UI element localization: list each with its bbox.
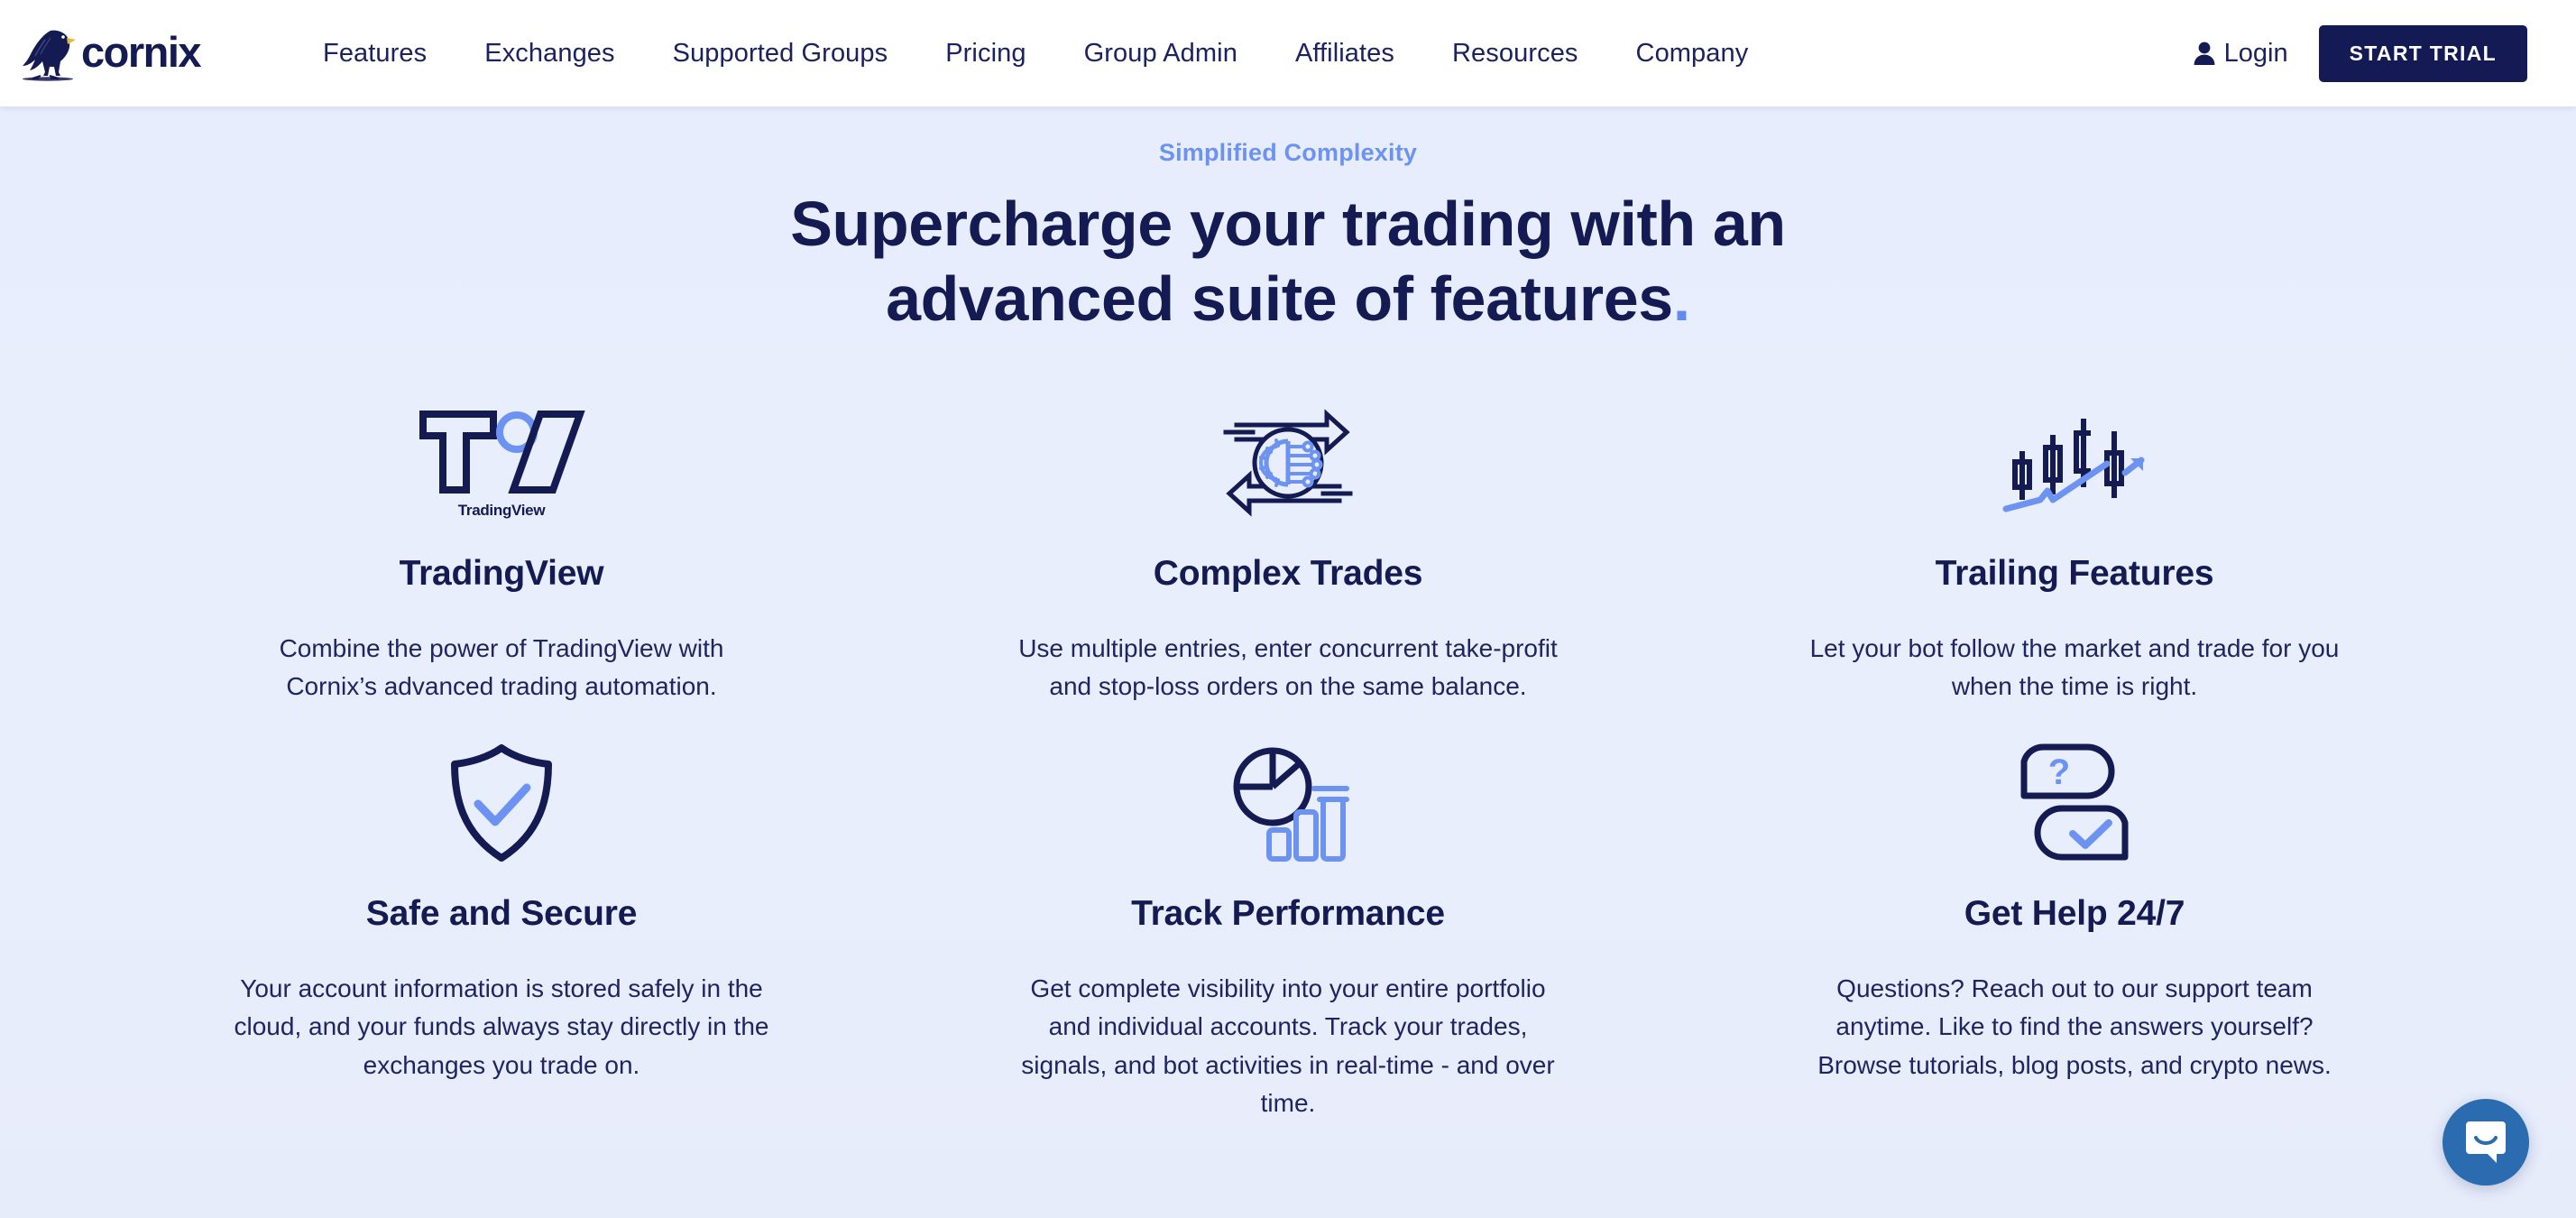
nav-item-resources[interactable]: Resources [1423, 30, 1607, 78]
feature-icon-wrapper: ? [2011, 735, 2138, 871]
headline-line-2: advanced suite of features [886, 263, 1673, 335]
nav-item-supported-groups[interactable]: Supported Groups [644, 30, 917, 78]
start-trial-button[interactable]: START TRIAL [2318, 24, 2527, 82]
section-eyebrow: Simplified Complexity [1158, 139, 1418, 166]
feature-description: Let your bot follow the market and trade… [1809, 633, 2340, 701]
nav-item-group-admin[interactable]: Group Admin [1055, 30, 1266, 78]
feature-description: Combine the power of TradingView with Co… [279, 633, 724, 701]
features-section: Simplified Complexity Supercharge your t… [0, 106, 2576, 1218]
feature-card-get-help: ? Get Help 24/7 Questions? Reach out to … [1681, 735, 2468, 1123]
feature-card-safe-and-secure: Safe and Secure Your account information… [108, 735, 895, 1123]
feature-title: Complex Trades [1153, 553, 1423, 593]
candlestick-trend-icon [2002, 418, 2145, 512]
gear-circuit-arrows-icon [1223, 408, 1353, 517]
feature-description: Get complete visibility into your entire… [1021, 973, 1555, 1118]
nav-item-exchanges[interactable]: Exchanges [455, 30, 643, 78]
nav-item-company[interactable]: Company [1607, 30, 1778, 78]
feature-title: Trailing Features [1935, 553, 2214, 593]
feature-icon-wrapper [1226, 735, 1350, 871]
feature-card-tradingview: TradingView TradingView Combine the powe… [108, 395, 895, 706]
login-button[interactable]: Login [2193, 39, 2288, 69]
cornix-logo-icon: cornix [23, 28, 203, 81]
headline-accent-dot: . [1672, 263, 1690, 335]
svg-text:?: ? [2048, 752, 2070, 792]
feature-description: Use multiple entries, enter concurrent t… [1018, 633, 1558, 701]
login-label: Login [2223, 38, 2288, 68]
feature-card-trailing-features: Trailing Features Let your bot follow th… [1681, 395, 2468, 706]
primary-nav: Features Exchanges Supported Groups Pric… [294, 30, 2193, 78]
svg-text:cornix: cornix [81, 28, 201, 76]
tradingview-logo-icon: TradingView [419, 410, 585, 519]
user-icon [2194, 42, 2215, 65]
feature-icon-wrapper [2002, 395, 2147, 531]
nav-item-pricing[interactable]: Pricing [916, 30, 1054, 78]
feature-title: TradingView [399, 553, 604, 593]
svg-text:TradingView: TradingView [458, 502, 547, 519]
intercom-chat-icon [2466, 1121, 2506, 1163]
top-navigation-bar: cornix Features Exchanges Supported Grou… [0, 0, 2576, 106]
page-title: Supercharge your trading with an advance… [702, 187, 1874, 337]
cornix-logo[interactable]: cornix [20, 25, 245, 81]
headline-line-1: Supercharge your trading with an [790, 189, 1786, 259]
feature-grid: TradingView TradingView Combine the powe… [0, 395, 2576, 1123]
nav-item-affiliates[interactable]: Affiliates [1266, 30, 1423, 78]
feature-description: Questions? Reach out to our support team… [1817, 973, 2332, 1079]
pie-bar-chart-icon [1233, 747, 1349, 862]
nav-actions: Login START TRIAL [2193, 24, 2527, 82]
feature-card-track-performance: Track Performance Get complete visibilit… [895, 735, 1681, 1123]
feature-title: Track Performance [1131, 893, 1445, 933]
feature-icon-wrapper [1220, 395, 1356, 531]
feature-title: Safe and Secure [365, 893, 638, 933]
shield-check-icon [451, 743, 552, 862]
feature-icon-wrapper [446, 735, 557, 871]
chat-question-check-icon: ? [2020, 743, 2129, 861]
intercom-chat-launcher[interactable] [2443, 1099, 2529, 1186]
feature-title: Get Help 24/7 [1964, 893, 2185, 933]
feature-description: Your account information is stored safel… [234, 973, 769, 1079]
feature-icon-wrapper: TradingView [416, 395, 587, 531]
nav-item-features[interactable]: Features [294, 30, 455, 78]
feature-card-complex-trades: Complex Trades Use multiple entries, ent… [895, 395, 1681, 706]
